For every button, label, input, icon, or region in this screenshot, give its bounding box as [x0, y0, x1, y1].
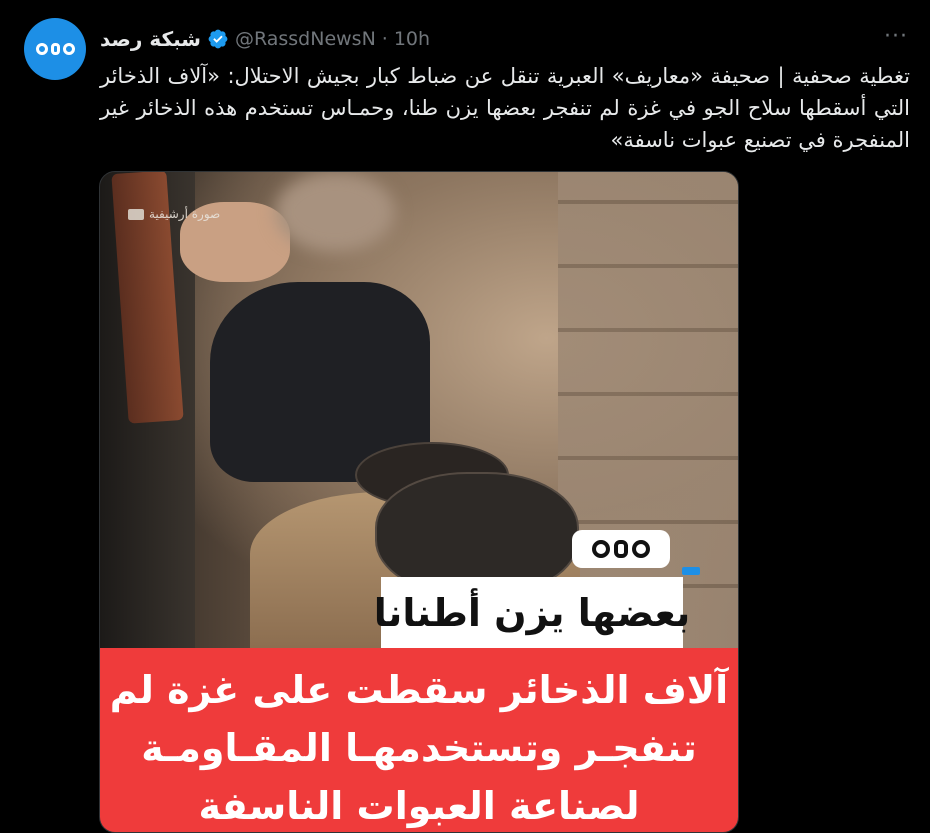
- archive-label: صورة أرشيفية: [128, 207, 220, 221]
- rassd-watermark-logo-icon: [572, 530, 670, 568]
- tweet-header: شبكة رصد @RassdNewsN · 10h: [100, 24, 430, 54]
- headline-text: بعضها يزن أطنانا: [373, 591, 691, 635]
- profile-avatar[interactable]: [24, 18, 86, 80]
- caption-panel: آلاف الذخائر سقطت على غزة لم تنفجـر وتست…: [100, 648, 738, 832]
- rassd-logo-icon: [35, 43, 75, 55]
- account-name[interactable]: شبكة رصد: [100, 27, 201, 51]
- headline-chip: بعضها يزن أطنانا: [374, 577, 690, 649]
- caption-line: لصناعة العبوات الناسفة: [198, 784, 640, 828]
- more-options-icon[interactable]: ···: [884, 26, 908, 48]
- caption-line: آلاف الذخائر سقطت على غزة لم: [109, 668, 729, 712]
- archive-label-text: صورة أرشيفية: [149, 207, 221, 221]
- archive-box-icon: [128, 208, 144, 220]
- account-handle[interactable]: @RassdNewsN: [235, 28, 376, 50]
- blurred-face: [275, 172, 395, 252]
- accent-bar: [682, 567, 700, 575]
- caption-line: تنفجـر وتستخدمهـا المقـاومـة: [141, 726, 697, 770]
- tweet-media[interactable]: صورة أرشيفية بعضها يزن أطنانا آلاف الذخا…: [99, 171, 739, 833]
- tweet-text: تغطية صحفية | صحيفة «معاريف» العبرية تنق…: [100, 64, 910, 152]
- header-separator: ·: [381, 28, 388, 50]
- tweet-timestamp[interactable]: 10h: [394, 28, 430, 50]
- verified-badge-icon: [208, 29, 228, 49]
